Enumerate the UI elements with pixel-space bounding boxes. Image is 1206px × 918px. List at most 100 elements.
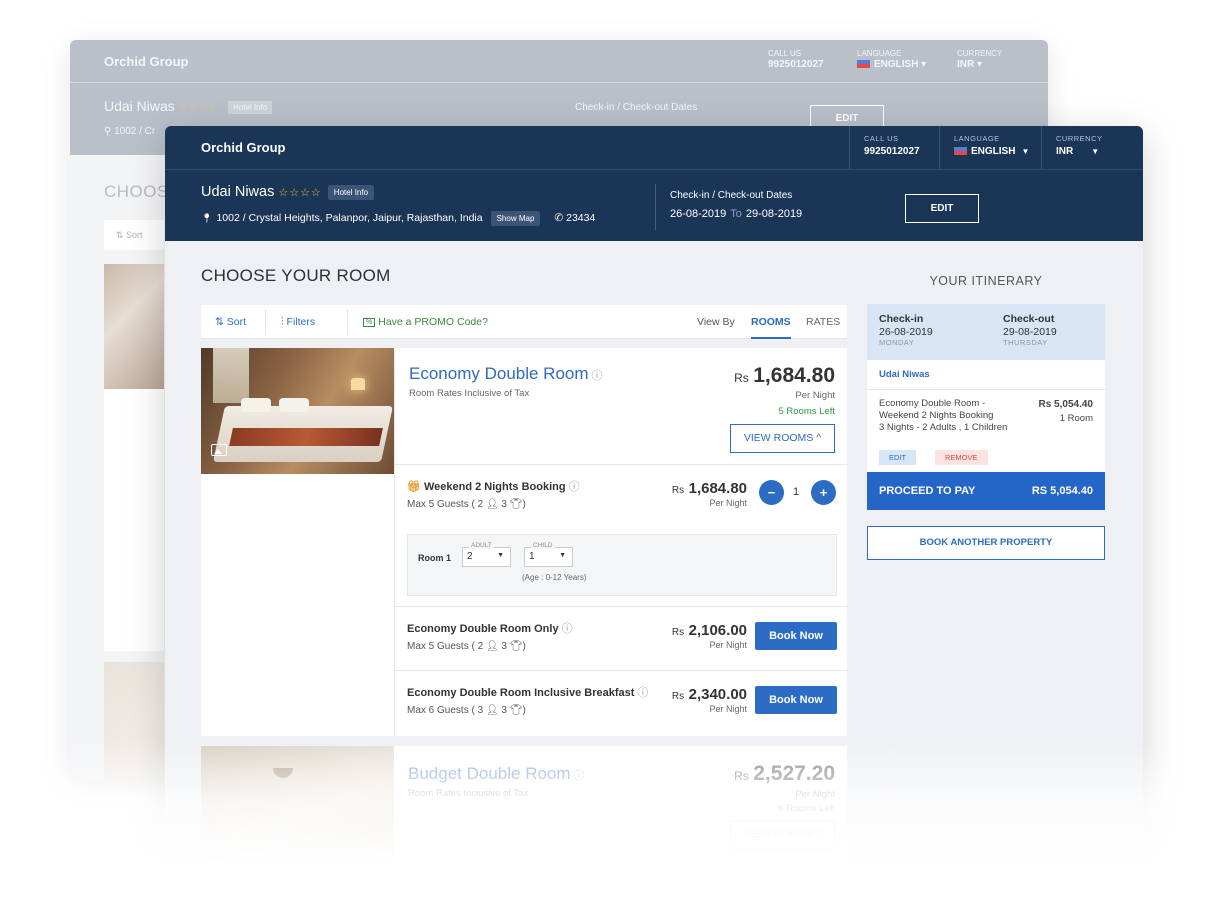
view-by-label: View By <box>697 316 735 328</box>
divider <box>655 184 656 230</box>
hotel-info-button[interactable]: Hotel Info <box>327 184 375 200</box>
adult-select[interactable]: ADULT 2 ▼ <box>462 542 511 567</box>
background-room-photo <box>104 264 164 389</box>
view-rooms-button[interactable]: VIEW ROOMS ^ <box>730 424 835 453</box>
view-rooms-button[interactable]: VIEW ROOMS ^ <box>730 820 835 849</box>
itinerary-panel: Check-in 26-08-2019 MONDAY Check-out 29-… <box>867 304 1105 474</box>
divider <box>265 309 266 335</box>
currency-value: INR <box>957 59 975 70</box>
show-map-button[interactable]: Show Map <box>490 211 541 226</box>
promo-label: Have a PROMO Code? <box>378 316 488 328</box>
info-icon[interactable]: ⓘ <box>592 370 603 382</box>
room-name-text: Budget Double Room <box>408 764 571 783</box>
room-photo-pillow <box>241 398 271 412</box>
per-night-label: Per Night <box>709 498 747 508</box>
edit-dates-button[interactable]: EDIT <box>905 194 979 223</box>
background-room-photo-2 <box>104 662 164 780</box>
line-item-price: Rs 5,054.40 1 Room <box>1039 399 1094 424</box>
book-now-button[interactable]: Book Now <box>755 622 837 650</box>
flag-icon <box>954 147 967 156</box>
language-selector[interactable]: LANGUAGE ENGLISH ▼ <box>939 126 1041 169</box>
currency-symbol: Rs <box>671 691 685 702</box>
child-count: 3 <box>501 705 507 716</box>
age-note: (Age : 0-12 Years) <box>522 573 587 582</box>
checkin-date: 26-08-2019 <box>879 326 933 338</box>
call-us-label: CALL US <box>864 134 899 143</box>
book-now-button[interactable]: Book Now <box>755 686 837 714</box>
filters-icon: ⫶ <box>281 316 284 328</box>
currency-label: CURRENCY <box>1056 134 1103 143</box>
proceed-to-pay-button[interactable]: PROCEED TO PAY RS 5,054.40 <box>867 472 1105 510</box>
info-icon[interactable]: ⓘ <box>637 687 648 699</box>
child-icon: 👕︎ <box>509 641 523 652</box>
page-title: CHOOSE YOUR ROOM <box>201 266 391 285</box>
itinerary-checkin: Check-in 26-08-2019 MONDAY <box>879 313 933 347</box>
call-us: CALL US 9925012027 <box>849 126 934 169</box>
room-photo-pillow <box>279 398 309 412</box>
language-label: LANGUAGE <box>954 134 1000 143</box>
edit-item-button[interactable]: EDIT <box>879 450 917 465</box>
info-icon[interactable]: ⓘ <box>574 770 585 782</box>
dates-label: Check-in / Check-out Dates <box>670 190 793 201</box>
increment-button[interactable]: + <box>811 480 836 505</box>
tab-rooms[interactable]: ROOMS <box>751 316 791 339</box>
promo-tag-icon: % <box>363 318 376 327</box>
proceed-label: PROCEED TO PAY <box>879 485 976 497</box>
price-amount: 2,106.00 <box>688 622 747 639</box>
results-toolbar: ⇅ Sort ⫶ Filters % Have a PROMO Code? Vie… <box>201 305 847 339</box>
divider <box>347 309 348 335</box>
line-rooms: 1 Room <box>1059 413 1093 424</box>
background-address: ⚲ 1002 / Cr <box>104 126 156 137</box>
child-count: 3 <box>501 641 507 652</box>
checkout-day: THURSDAY <box>1003 338 1048 347</box>
background-hotel-name: Udai Niwas ☆☆☆☆ Hotel Info <box>104 98 273 114</box>
background-card <box>104 389 164 651</box>
sort-button[interactable]: ⇅ Sort <box>215 316 246 328</box>
package-guests: Max 5 Guests ( 2 👤︎ 3 👕︎) <box>407 641 526 652</box>
child-count: 3 <box>501 499 507 510</box>
info-icon[interactable]: ⓘ <box>569 481 580 493</box>
tab-rates[interactable]: RATES <box>806 316 840 328</box>
room-photo[interactable] <box>201 746 394 886</box>
package-price: Rs 1,684.80 Per Night <box>672 480 747 508</box>
gallery-icon[interactable] <box>211 444 227 456</box>
room-name: Economy Double Room ⓘ <box>409 364 603 384</box>
star-rating-icon: ☆☆☆☆ <box>278 187 322 199</box>
room-subtitle: Room Rates Inclusive of Tax <box>408 788 529 799</box>
adult-label: ADULT <box>469 542 494 549</box>
room-photo-lamp <box>351 378 365 390</box>
decrement-button[interactable]: − <box>759 480 784 505</box>
info-icon[interactable]: ⓘ <box>562 623 573 635</box>
child-select[interactable]: CHILD 1 ▼ <box>524 542 573 567</box>
hotel-address-row: 📍︎ 1002 / Crystal Heights, Palanpor, Jaip… <box>201 211 596 226</box>
background-title: CHOOS <box>104 182 169 201</box>
call-number: 9925012027 <box>768 59 824 70</box>
room-card: Economy Double Room ⓘ Room Rates Inclusiv… <box>201 348 848 736</box>
background-call: CALL US 9925012027 <box>768 48 824 70</box>
brand-name: Orchid Group <box>201 140 286 155</box>
room-price: Rs 1,684.80 Per Night 5 Rooms Left <box>734 364 835 417</box>
package-guests: Max 6 Guests ( 3 👤︎ 3 👕︎) <box>407 705 526 716</box>
price-amount: 2,527.20 <box>753 762 835 785</box>
book-another-property-button[interactable]: BOOK ANOTHER PROPERTY <box>867 526 1105 560</box>
sort-icon: ⇅ <box>215 316 224 328</box>
room-details: Economy Double Room ⓘ Room Rates Inclusiv… <box>394 348 848 736</box>
package-name: 🎁︎ Weekend 2 Nights Booking ⓘ <box>407 478 580 494</box>
currency-value: INR <box>1056 146 1074 157</box>
hotel-phone: 23434 <box>566 212 596 224</box>
price-amount: 2,340.00 <box>688 686 747 703</box>
divider <box>70 82 1048 83</box>
divider <box>395 464 848 465</box>
promo-code-link[interactable]: % Have a PROMO Code? <box>363 316 488 328</box>
adult-value: 2 <box>467 551 473 562</box>
room-photo-lamp <box>273 768 293 778</box>
room-photo[interactable] <box>201 348 394 474</box>
itinerary-line-item: Economy Double Room - Weekend 2 Nights B… <box>867 390 1105 474</box>
guests-text: Max 6 Guests ( 3 <box>407 705 484 716</box>
package-name-text: Economy Double Room Only <box>407 623 559 635</box>
currency-selector[interactable]: CURRENCY INR ▼ <box>1041 126 1143 169</box>
remove-item-button[interactable]: REMOVE <box>935 450 988 465</box>
background-dates-label: Check-in / Check-out Dates <box>575 102 698 113</box>
filters-label: Filters <box>286 316 316 328</box>
filters-button[interactable]: ⫶ Filters <box>281 316 315 329</box>
